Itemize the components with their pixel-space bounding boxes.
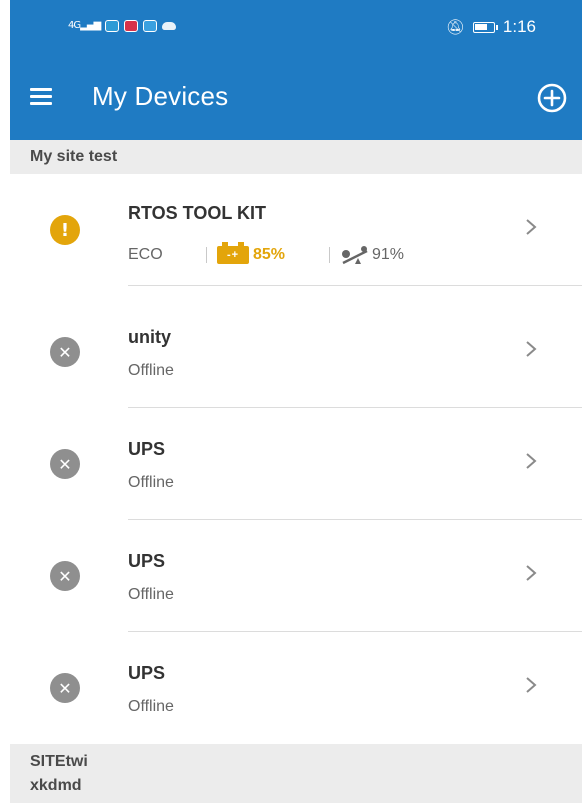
chevron-right-icon: [526, 341, 537, 357]
add-circle-icon[interactable]: [536, 82, 568, 114]
x-icon: ✕: [50, 561, 80, 591]
site-name: SITEtwi: [30, 753, 88, 770]
site-subtitle: xkdmd: [30, 777, 82, 794]
device-name: UPS: [128, 663, 166, 683]
x-icon: ✕: [50, 449, 80, 479]
status-bar: 4G▂▄▆ 🔕︎ 1:16: [10, 0, 582, 56]
device-mode: ECO: [128, 246, 163, 263]
device-status: Offline: [128, 474, 174, 491]
hamburger-menu-icon[interactable]: [30, 88, 52, 105]
chevron-right-icon: [526, 677, 537, 693]
device-row[interactable]: ✕ unity Offline: [10, 296, 582, 408]
site-header: SITEtwi xkdmd: [10, 744, 582, 803]
status-bar-right: 🔕︎ 1:16: [446, 17, 536, 37]
status-bar-left: 4G▂▄▆: [68, 20, 177, 32]
app-notification-icon: [105, 20, 120, 32]
device-status: Offline: [128, 586, 174, 603]
device-metrics: ECO -+ 85% 91%: [128, 242, 405, 265]
chevron-right-icon: [526, 453, 537, 469]
device-status: Offline: [128, 362, 174, 379]
device-row[interactable]: ✕ UPS Offline: [10, 408, 582, 520]
divider: [128, 285, 582, 286]
device-row[interactable]: ! RTOS TOOL KIT ECO -+ 85% 91%: [10, 174, 582, 286]
clock: 1:16: [502, 17, 536, 36]
app-notification-icon: [124, 20, 139, 32]
exclamation-icon: !: [50, 215, 80, 245]
device-name: UPS: [128, 551, 166, 571]
device-row[interactable]: ✕ UPS Offline: [10, 632, 582, 744]
device-name: RTOS TOOL KIT: [128, 203, 267, 223]
chevron-right-icon: [526, 219, 537, 235]
app-bar: My Devices: [10, 56, 582, 140]
x-icon: ✕: [50, 337, 80, 367]
divider: [206, 247, 207, 263]
load-level: 91%: [372, 246, 405, 263]
app-notification-icon: [143, 20, 158, 32]
cloud-icon: [162, 22, 177, 30]
site-header: My site test: [10, 140, 582, 174]
battery-icon: -+: [217, 242, 249, 264]
signal-icon: 4G▂▄▆: [68, 20, 101, 31]
battery-icon: [472, 21, 498, 33]
page-title: My Devices: [92, 81, 229, 111]
divider: [329, 247, 330, 263]
device-name: UPS: [128, 439, 166, 459]
device-name: unity: [128, 327, 171, 347]
chevron-right-icon: [526, 565, 537, 581]
x-icon: ✕: [50, 673, 80, 703]
bell-off-icon: 🔕︎: [445, 18, 465, 36]
device-row[interactable]: ✕ UPS Offline: [10, 520, 582, 632]
battery-level: 85%: [253, 246, 286, 263]
load-icon: [342, 246, 368, 265]
network-type: 4G: [68, 20, 81, 31]
device-status: Offline: [128, 698, 174, 715]
